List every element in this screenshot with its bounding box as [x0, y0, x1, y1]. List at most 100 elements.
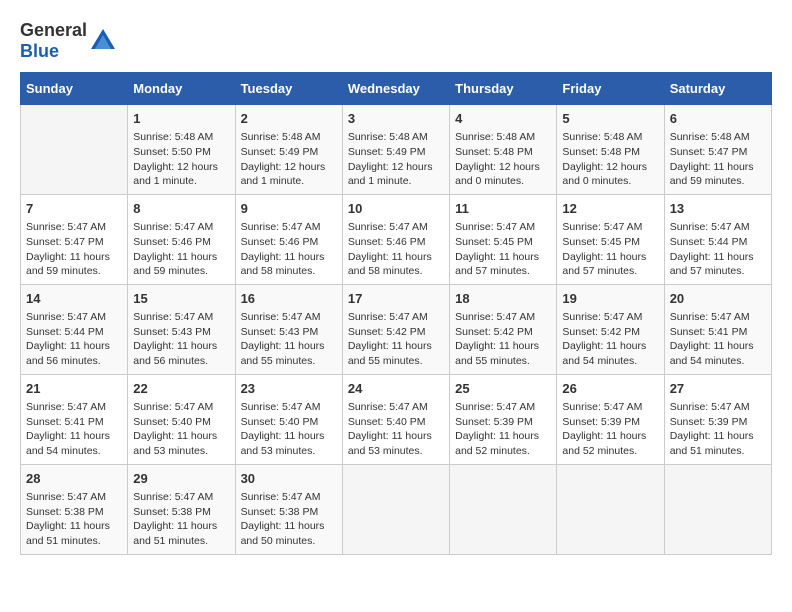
day-detail: Sunrise: 5:47 AMSunset: 5:44 PMDaylight:…: [670, 220, 766, 279]
day-number: 12: [562, 200, 658, 218]
calendar-body: 1 Sunrise: 5:48 AMSunset: 5:50 PMDaylight…: [21, 105, 772, 555]
calendar-cell: 17 Sunrise: 5:47 AMSunset: 5:42 PMDayligh…: [342, 284, 449, 374]
weekday-header: Sunday: [21, 73, 128, 105]
day-detail: Sunrise: 5:47 AMSunset: 5:45 PMDaylight:…: [455, 220, 551, 279]
day-number: 10: [348, 200, 444, 218]
day-detail: Sunrise: 5:47 AMSunset: 5:40 PMDaylight:…: [348, 400, 444, 459]
logo: General Blue: [20, 20, 117, 62]
calendar-cell: 12 Sunrise: 5:47 AMSunset: 5:45 PMDayligh…: [557, 194, 664, 284]
calendar-cell: 20 Sunrise: 5:47 AMSunset: 5:41 PMDayligh…: [664, 284, 771, 374]
day-number: 30: [241, 470, 337, 488]
calendar-cell: 16 Sunrise: 5:47 AMSunset: 5:43 PMDayligh…: [235, 284, 342, 374]
day-number: 4: [455, 110, 551, 128]
day-number: 1: [133, 110, 229, 128]
logo-text: General Blue: [20, 20, 87, 62]
day-number: 19: [562, 290, 658, 308]
day-detail: Sunrise: 5:48 AMSunset: 5:49 PMDaylight:…: [241, 130, 337, 189]
calendar-cell: 15Sunrise: 5:47 AMSunset: 5:43 PMDayligh…: [128, 284, 235, 374]
day-detail: Sunrise: 5:48 AMSunset: 5:48 PMDaylight:…: [455, 130, 551, 189]
day-number: 29: [133, 470, 229, 488]
day-detail: Sunrise: 5:47 AMSunset: 5:42 PMDaylight:…: [562, 310, 658, 369]
calendar-cell: [664, 464, 771, 554]
day-number: 3: [348, 110, 444, 128]
calendar-cell: 18 Sunrise: 5:47 AMSunset: 5:42 PMDayligh…: [450, 284, 557, 374]
weekday-header: Monday: [128, 73, 235, 105]
day-detail: Sunrise: 5:47 AMSunset: 5:46 PMDaylight:…: [241, 220, 337, 279]
day-detail: Sunrise: 5:47 AMSunset: 5:47 PMDaylight:…: [26, 220, 122, 279]
calendar-cell: 8Sunrise: 5:47 AMSunset: 5:46 PMDaylight…: [128, 194, 235, 284]
day-number: 26: [562, 380, 658, 398]
day-detail: Sunrise: 5:47 AMSunset: 5:38 PMDaylight:…: [26, 490, 122, 549]
day-number: 7: [26, 200, 122, 218]
day-number: 18: [455, 290, 551, 308]
day-number: 23: [241, 380, 337, 398]
calendar-cell: 23 Sunrise: 5:47 AMSunset: 5:40 PMDayligh…: [235, 374, 342, 464]
header: General Blue: [20, 20, 772, 62]
calendar-cell: 27 Sunrise: 5:47 AMSunset: 5:39 PMDayligh…: [664, 374, 771, 464]
day-number: 15: [133, 290, 229, 308]
day-number: 17: [348, 290, 444, 308]
day-number: 9: [241, 200, 337, 218]
calendar-header: SundayMondayTuesdayWednesdayThursdayFrid…: [21, 73, 772, 105]
calendar-cell: 30 Sunrise: 5:47 AMSunset: 5:38 PMDayligh…: [235, 464, 342, 554]
logo-blue: Blue: [20, 41, 59, 61]
day-detail: Sunrise: 5:47 AMSunset: 5:41 PMDaylight:…: [670, 310, 766, 369]
day-detail: Sunrise: 5:47 AMSunset: 5:43 PMDaylight:…: [241, 310, 337, 369]
calendar-cell: 10 Sunrise: 5:47 AMSunset: 5:46 PMDayligh…: [342, 194, 449, 284]
day-detail: Sunrise: 5:48 AMSunset: 5:48 PMDaylight:…: [562, 130, 658, 189]
day-detail: Sunrise: 5:48 AMSunset: 5:50 PMDaylight:…: [133, 130, 229, 189]
day-number: 24: [348, 380, 444, 398]
calendar-cell: 19 Sunrise: 5:47 AMSunset: 5:42 PMDayligh…: [557, 284, 664, 374]
calendar-cell: 11 Sunrise: 5:47 AMSunset: 5:45 PMDayligh…: [450, 194, 557, 284]
calendar-cell: 29 Sunrise: 5:47 AMSunset: 5:38 PMDayligh…: [128, 464, 235, 554]
calendar-cell: 21Sunrise: 5:47 AMSunset: 5:41 PMDayligh…: [21, 374, 128, 464]
day-number: 6: [670, 110, 766, 128]
calendar-week-row: 7 Sunrise: 5:47 AMSunset: 5:47 PMDaylight…: [21, 194, 772, 284]
weekday-header: Saturday: [664, 73, 771, 105]
logo-general: General: [20, 20, 87, 40]
day-detail: Sunrise: 5:47 AMSunset: 5:42 PMDaylight:…: [348, 310, 444, 369]
calendar-cell: [21, 105, 128, 195]
logo-icon: [89, 27, 117, 55]
day-number: 14: [26, 290, 122, 308]
day-detail: Sunrise: 5:47 AMSunset: 5:44 PMDaylight:…: [26, 310, 122, 369]
weekday-header: Friday: [557, 73, 664, 105]
day-detail: Sunrise: 5:47 AMSunset: 5:38 PMDaylight:…: [133, 490, 229, 549]
calendar-cell: 25Sunrise: 5:47 AMSunset: 5:39 PMDayligh…: [450, 374, 557, 464]
calendar-cell: [450, 464, 557, 554]
calendar-week-row: 28 Sunrise: 5:47 AMSunset: 5:38 PMDayligh…: [21, 464, 772, 554]
day-detail: Sunrise: 5:47 AMSunset: 5:42 PMDaylight:…: [455, 310, 551, 369]
day-number: 20: [670, 290, 766, 308]
day-detail: Sunrise: 5:47 AMSunset: 5:39 PMDaylight:…: [562, 400, 658, 459]
weekday-header: Wednesday: [342, 73, 449, 105]
day-detail: Sunrise: 5:47 AMSunset: 5:38 PMDaylight:…: [241, 490, 337, 549]
calendar-week-row: 14 Sunrise: 5:47 AMSunset: 5:44 PMDayligh…: [21, 284, 772, 374]
day-number: 16: [241, 290, 337, 308]
calendar-cell: 24 Sunrise: 5:47 AMSunset: 5:40 PMDayligh…: [342, 374, 449, 464]
calendar-cell: 5 Sunrise: 5:48 AMSunset: 5:48 PMDaylight…: [557, 105, 664, 195]
calendar-table: SundayMondayTuesdayWednesdayThursdayFrid…: [20, 72, 772, 555]
calendar-cell: 13Sunrise: 5:47 AMSunset: 5:44 PMDayligh…: [664, 194, 771, 284]
day-detail: Sunrise: 5:47 AMSunset: 5:46 PMDaylight:…: [348, 220, 444, 279]
day-detail: Sunrise: 5:47 AMSunset: 5:40 PMDaylight:…: [133, 400, 229, 459]
calendar-cell: 3 Sunrise: 5:48 AMSunset: 5:49 PMDaylight…: [342, 105, 449, 195]
calendar-cell: 28 Sunrise: 5:47 AMSunset: 5:38 PMDayligh…: [21, 464, 128, 554]
day-detail: Sunrise: 5:48 AMSunset: 5:47 PMDaylight:…: [670, 130, 766, 189]
day-detail: Sunrise: 5:48 AMSunset: 5:49 PMDaylight:…: [348, 130, 444, 189]
day-number: 2: [241, 110, 337, 128]
day-number: 27: [670, 380, 766, 398]
calendar-cell: 2 Sunrise: 5:48 AMSunset: 5:49 PMDaylight…: [235, 105, 342, 195]
day-detail: Sunrise: 5:47 AMSunset: 5:39 PMDaylight:…: [455, 400, 551, 459]
day-number: 5: [562, 110, 658, 128]
day-number: 28: [26, 470, 122, 488]
weekday-header: Thursday: [450, 73, 557, 105]
calendar-cell: 4 Sunrise: 5:48 AMSunset: 5:48 PMDaylight…: [450, 105, 557, 195]
calendar-cell: 22 Sunrise: 5:47 AMSunset: 5:40 PMDayligh…: [128, 374, 235, 464]
day-detail: Sunrise: 5:47 AMSunset: 5:40 PMDaylight:…: [241, 400, 337, 459]
day-number: 22: [133, 380, 229, 398]
day-number: 11: [455, 200, 551, 218]
day-detail: Sunrise: 5:47 AMSunset: 5:45 PMDaylight:…: [562, 220, 658, 279]
day-detail: Sunrise: 5:47 AMSunset: 5:39 PMDaylight:…: [670, 400, 766, 459]
day-detail: Sunrise: 5:47 AMSunset: 5:46 PMDaylight:…: [133, 220, 229, 279]
calendar-cell: 26 Sunrise: 5:47 AMSunset: 5:39 PMDayligh…: [557, 374, 664, 464]
